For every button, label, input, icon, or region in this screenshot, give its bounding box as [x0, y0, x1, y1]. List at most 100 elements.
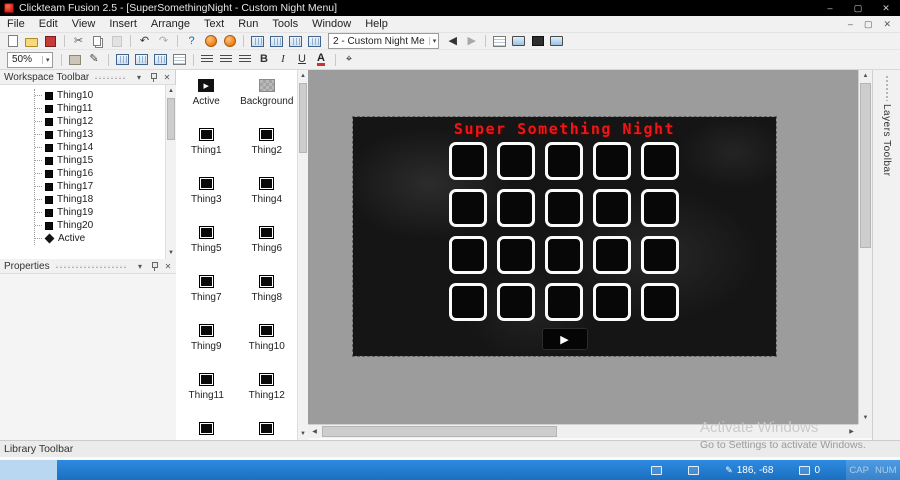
workspace-scrollbar[interactable]: ▲ ▼	[165, 85, 176, 259]
workspace-tree-item[interactable]: Active	[35, 232, 176, 245]
frame-title-text[interactable]: Super Something Night	[353, 120, 776, 138]
snap-to-grid-icon[interactable]	[133, 52, 150, 68]
night-slot[interactable]	[497, 189, 535, 227]
workspace-tree-item[interactable]: Thing15	[35, 154, 176, 167]
new-icon[interactable]	[4, 33, 21, 49]
scroll-up-icon[interactable]: ▲	[166, 85, 176, 97]
workspace-tree-item[interactable]: Thing20	[35, 219, 176, 232]
menu-item-window[interactable]: Window	[305, 16, 358, 33]
close-panel-icon[interactable]: ✕	[163, 261, 173, 271]
menu-item-file[interactable]: File	[0, 16, 32, 33]
close-button[interactable]: ✕	[872, 0, 900, 16]
save-icon[interactable]	[42, 33, 59, 49]
object-item[interactable]: Thing12	[237, 368, 298, 417]
storyboard-editor-icon[interactable]	[249, 33, 266, 49]
scroll-down-icon[interactable]: ▼	[166, 247, 176, 259]
chevron-down-icon[interactable]: ▾	[135, 261, 145, 271]
scroll-left-icon[interactable]: ◀	[308, 425, 321, 438]
objects-scrollbar[interactable]: ▲ ▼	[297, 70, 308, 440]
drag-grip[interactable]	[94, 75, 125, 79]
show-grid-icon[interactable]	[152, 52, 169, 68]
workspace-tree-item[interactable]: Thing19	[35, 206, 176, 219]
pin-icon[interactable]	[149, 261, 159, 271]
night-slot[interactable]	[449, 142, 487, 180]
scrollbar-thumb[interactable]	[167, 98, 175, 140]
object-item[interactable]: Thing3	[176, 172, 237, 221]
night-slot[interactable]	[545, 236, 583, 274]
object-item[interactable]: Thing2	[237, 123, 298, 172]
object-item[interactable]: Thing11	[176, 368, 237, 417]
frame-selector-dropdown[interactable]: 2 - Custom Night Me ▾	[328, 33, 440, 49]
italic-icon[interactable]: I	[275, 52, 292, 68]
screen-preview-icon[interactable]	[510, 33, 527, 49]
editor-horizontal-scrollbar[interactable]: ◀ ▶	[308, 424, 858, 438]
workspace-tree-item[interactable]: Thing11	[35, 102, 176, 115]
open-icon[interactable]	[23, 33, 40, 49]
night-slot[interactable]	[641, 236, 679, 274]
editor-vertical-scrollbar[interactable]: ▲ ▼	[858, 70, 872, 424]
scroll-up-icon[interactable]: ▲	[859, 70, 872, 82]
night-slot[interactable]	[497, 236, 535, 274]
align-right-icon[interactable]	[237, 52, 254, 68]
bold-icon[interactable]: B	[256, 52, 273, 68]
paste-icon[interactable]	[108, 33, 125, 49]
previous-frame-icon[interactable]: ◀	[444, 33, 461, 49]
night-slot[interactable]	[497, 142, 535, 180]
workspace-tree-item[interactable]: Thing13	[35, 128, 176, 141]
workspace-tree-item[interactable]: Thing12	[35, 115, 176, 128]
zoom-selector-dropdown[interactable]: 50% ▾	[7, 51, 53, 68]
grid-setup-icon[interactable]	[114, 52, 131, 68]
night-slot[interactable]	[449, 236, 487, 274]
night-slot[interactable]	[497, 283, 535, 321]
object-item[interactable]: Background	[237, 74, 298, 123]
brush-icon[interactable]: ✎	[86, 52, 103, 68]
cut-icon[interactable]: ✂	[70, 33, 87, 49]
menu-item-help[interactable]: Help	[358, 16, 395, 33]
align-center-icon[interactable]	[218, 52, 235, 68]
workspace-tree-item[interactable]: Thing17	[35, 180, 176, 193]
menu-item-insert[interactable]: Insert	[102, 16, 144, 33]
scroll-down-icon[interactable]: ▼	[859, 412, 872, 424]
night-slot[interactable]	[641, 189, 679, 227]
workspace-tree-item[interactable]: Thing14	[35, 141, 176, 154]
event-editor-icon[interactable]	[287, 33, 304, 49]
night-slot[interactable]	[593, 283, 631, 321]
night-slot[interactable]	[545, 142, 583, 180]
night-slot[interactable]	[449, 189, 487, 227]
frame-editor-canvas[interactable]: Super Something Night ▶	[308, 70, 858, 424]
menu-item-edit[interactable]: Edit	[32, 16, 65, 33]
window-preview-icon[interactable]	[548, 33, 565, 49]
minimize-button[interactable]: –	[816, 0, 844, 16]
object-item[interactable]	[237, 417, 298, 440]
help-icon[interactable]: ?	[183, 33, 200, 49]
night-slot[interactable]	[641, 142, 679, 180]
next-frame-icon[interactable]: ▶	[463, 33, 480, 49]
object-item[interactable]: Thing6	[237, 221, 298, 270]
night-slot[interactable]	[593, 142, 631, 180]
workspace-tree-item[interactable]: Thing16	[35, 167, 176, 180]
night-slot[interactable]	[545, 283, 583, 321]
close-panel-icon[interactable]: ✕	[162, 72, 172, 82]
event-list-editor-icon[interactable]	[306, 33, 323, 49]
pin-icon[interactable]	[148, 72, 158, 82]
object-item[interactable]: Active	[176, 74, 237, 123]
fullscreen-icon[interactable]	[529, 33, 546, 49]
event-line-icon[interactable]	[491, 33, 508, 49]
mdi-close-button[interactable]: ✕	[883, 19, 891, 30]
object-item[interactable]: Thing10	[237, 319, 298, 368]
object-item[interactable]	[176, 417, 237, 440]
run-frame-icon[interactable]	[221, 33, 238, 49]
scroll-right-icon[interactable]: ▶	[845, 425, 858, 438]
game-frame[interactable]: Super Something Night ▶	[352, 116, 777, 357]
object-item[interactable]: Thing1	[176, 123, 237, 172]
night-slot[interactable]	[593, 189, 631, 227]
workspace-tree-item[interactable]: Thing18	[35, 193, 176, 206]
undo-icon[interactable]: ↶	[136, 33, 153, 49]
workspace-tree-item[interactable]: Thing10	[35, 89, 176, 102]
underline-icon[interactable]: U	[294, 52, 311, 68]
fit-window-icon[interactable]	[67, 52, 84, 68]
mdi-restore-button[interactable]: ▢	[864, 19, 873, 30]
scrollbar-thumb[interactable]	[299, 83, 307, 153]
redo-icon[interactable]: ↷	[155, 33, 172, 49]
maximize-button[interactable]: ▢	[844, 0, 872, 16]
